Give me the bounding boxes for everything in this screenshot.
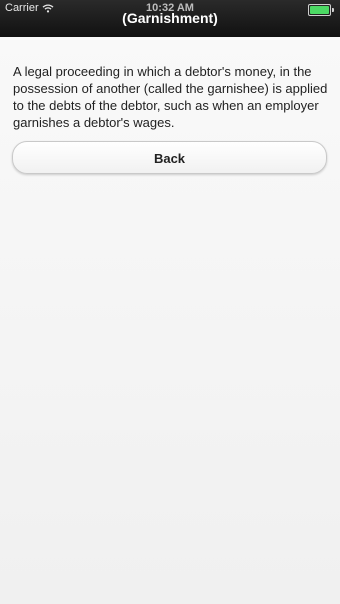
main-content: A legal proceeding in which a debtor's m… <box>0 37 340 604</box>
page-title: (Garnishment) <box>122 10 218 26</box>
top-bar: Carrier 10:32 AM (Garnishment) <box>0 0 340 37</box>
definition-text: A legal proceeding in which a debtor's m… <box>13 64 328 130</box>
back-button[interactable]: Back <box>12 141 327 174</box>
